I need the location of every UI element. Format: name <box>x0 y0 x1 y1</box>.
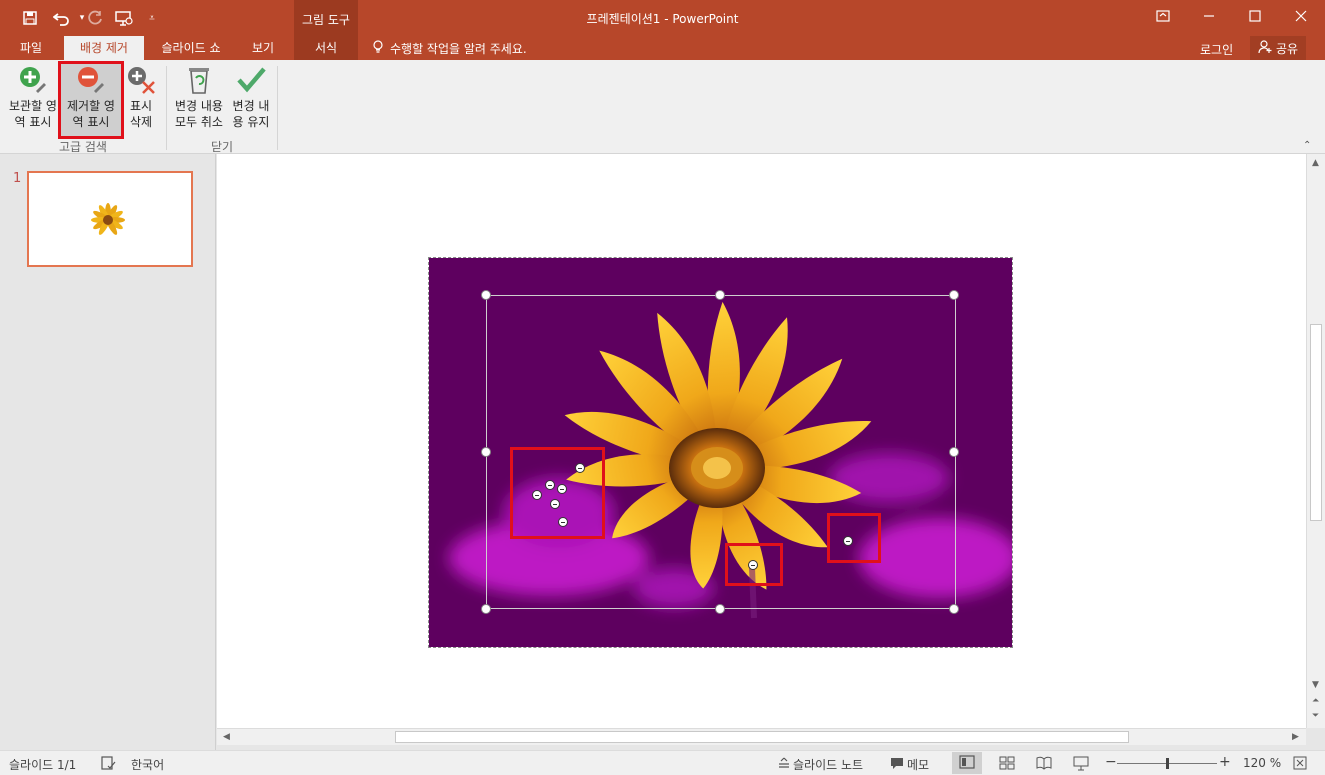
picture-tools-label: 그림 도구 <box>302 13 350 27</box>
tab-view[interactable]: 보기 <box>240 36 286 60</box>
resize-handle[interactable] <box>481 447 491 457</box>
tab-format[interactable]: 서식 <box>294 36 358 60</box>
group-divider <box>166 66 167 150</box>
notes-icon <box>779 757 789 768</box>
delete-line1: 표시 <box>129 99 153 113</box>
delete-mark-button[interactable]: 표시 삭제 <box>124 64 158 136</box>
resize-handle[interactable] <box>949 290 959 300</box>
highlight-box <box>510 447 605 539</box>
discard-all-changes-button[interactable]: 변경 내용 모두 취소 <box>170 64 228 136</box>
tell-me-text: 수행할 작업을 알려 주세요. <box>390 42 527 56</box>
mark-areas-to-remove-button[interactable]: 제거할 영 역 표시 <box>58 61 124 139</box>
scroll-right-icon[interactable]: ▶ <box>1292 732 1299 742</box>
slide-indicator: 슬라이드 1/1 <box>9 758 77 772</box>
remove-mark[interactable] <box>550 499 560 509</box>
share-label: 공유 <box>1275 41 1299 56</box>
resize-handle[interactable] <box>715 290 725 300</box>
close-icon[interactable] <box>1278 0 1324 32</box>
slide-number: 1 <box>13 171 22 186</box>
vertical-scroll-thumb[interactable] <box>1310 324 1322 521</box>
remove-line1: 제거할 영 <box>67 99 115 113</box>
horizontal-scrollbar[interactable]: ◀ ▶ <box>217 728 1306 745</box>
remove-line2: 역 표시 <box>72 115 110 129</box>
next-slide-icon[interactable]: ⏷ <box>1312 711 1319 721</box>
window-title: 프레젠테이션1 - PowerPoint <box>586 12 739 26</box>
ribbon-display-icon[interactable] <box>1140 0 1186 32</box>
group-divider <box>277 66 278 150</box>
discard-line2: 모두 취소 <box>175 115 223 129</box>
normal-view-button[interactable] <box>952 752 982 774</box>
ribbon-tabs: 파일 배경 제거 슬라이드 쇼 보기 서식 수행할 작업을 알려 주세요. 로그… <box>0 36 1325 60</box>
tell-me-box[interactable]: 수행할 작업을 알려 주세요. <box>372 40 527 57</box>
comment-icon <box>891 758 903 769</box>
vertical-scrollbar[interactable]: ▲ ▼ ⏶ ⏷ <box>1306 154 1325 728</box>
checkmark-icon <box>237 67 266 93</box>
language-indicator[interactable]: 한국어 <box>131 756 164 773</box>
remove-mark[interactable] <box>558 517 568 527</box>
close-group-label: 닫기 <box>210 140 234 154</box>
plus-pencil-icon <box>20 67 46 93</box>
login-link[interactable]: 로그인 <box>1200 41 1233 58</box>
remove-mark[interactable] <box>532 490 542 500</box>
collapse-ribbon-icon[interactable]: ⌃ <box>1303 140 1311 151</box>
remove-mark[interactable] <box>545 480 555 490</box>
scroll-down-icon[interactable]: ▼ <box>1312 680 1319 690</box>
resize-handle[interactable] <box>949 447 959 457</box>
zoom-level[interactable]: 120 % <box>1243 756 1281 770</box>
ribbon: 보관할 영 역 표시 제거할 영 역 표시 표시 삭제 고급 검색 변경 내용 … <box>0 60 1325 154</box>
status-bar: 슬라이드 1/1 한국어 슬라이드 노트 메모 − + 120 % <box>0 750 1325 775</box>
slide-thumbnail-pane: 1 <box>0 154 216 750</box>
share-button[interactable]: 공유 <box>1250 36 1306 60</box>
background-removal-picture[interactable] <box>428 257 1013 648</box>
notes-button[interactable]: 슬라이드 노트 <box>793 756 863 773</box>
maximize-icon[interactable] <box>1232 0 1278 32</box>
minus-pencil-icon <box>78 67 104 93</box>
comments-button[interactable]: 메모 <box>907 756 929 773</box>
keep-line1: 보관할 영 <box>9 99 57 113</box>
remove-mark[interactable] <box>748 560 758 570</box>
horizontal-scroll-thumb[interactable] <box>395 731 1129 743</box>
title-bar: ▾ ⩡ 프레젠테이션1 - PowerPoint <box>0 0 1325 36</box>
scroll-left-icon[interactable]: ◀ <box>223 732 230 742</box>
slide-thumbnail[interactable] <box>27 171 193 267</box>
tab-file[interactable]: 파일 <box>8 36 54 60</box>
keep-changes-button[interactable]: 변경 내 용 유지 <box>228 64 274 136</box>
resize-handle[interactable] <box>481 604 491 614</box>
tab-background-removal[interactable]: 배경 제거 <box>64 36 144 60</box>
remove-mark[interactable] <box>557 484 567 494</box>
normal-view-icon <box>959 755 975 769</box>
zoom-slider-thumb[interactable] <box>1166 758 1169 769</box>
resize-handle[interactable] <box>481 290 491 300</box>
slide-show-icon[interactable] <box>1073 755 1089 771</box>
flower-thumbnail-image <box>91 203 125 235</box>
refine-group-label: 고급 검색 <box>59 140 107 154</box>
powerpoint-window: ▾ ⩡ 프레젠테이션1 - PowerPoint 그림 도구 파일 배경 제거 … <box>0 0 1325 775</box>
minimize-icon[interactable] <box>1186 0 1232 32</box>
remove-mark[interactable] <box>575 463 585 473</box>
reading-view-icon[interactable] <box>1036 755 1052 771</box>
mark-areas-to-keep-button[interactable]: 보관할 영 역 표시 <box>4 64 62 136</box>
person-add-icon <box>1258 39 1272 57</box>
previous-slide-icon[interactable]: ⏶ <box>1312 696 1319 706</box>
lightbulb-icon <box>372 40 384 57</box>
keep-line2: 역 표시 <box>14 115 52 129</box>
remove-mark[interactable] <box>843 536 853 546</box>
keep-changes-line2: 용 유지 <box>232 115 270 129</box>
zoom-in-icon[interactable]: + <box>1219 754 1231 770</box>
fit-to-window-icon[interactable] <box>1292 755 1308 771</box>
recycle-bin-icon <box>189 68 209 94</box>
tab-slide-show[interactable]: 슬라이드 쇼 <box>150 36 232 60</box>
discard-line1: 변경 내용 <box>175 99 223 113</box>
highlight-box <box>827 513 881 563</box>
zoom-out-icon[interactable]: − <box>1105 754 1117 770</box>
slide-sorter-icon[interactable] <box>999 755 1015 771</box>
spelling-check-icon[interactable] <box>100 755 116 771</box>
resize-handle[interactable] <box>949 604 959 614</box>
delete-line2: 삭제 <box>129 115 153 129</box>
keep-changes-line1: 변경 내 <box>232 99 270 113</box>
resize-handle[interactable] <box>715 604 725 614</box>
delete-mark-icon <box>128 67 155 94</box>
scroll-up-icon[interactable]: ▲ <box>1312 158 1319 168</box>
